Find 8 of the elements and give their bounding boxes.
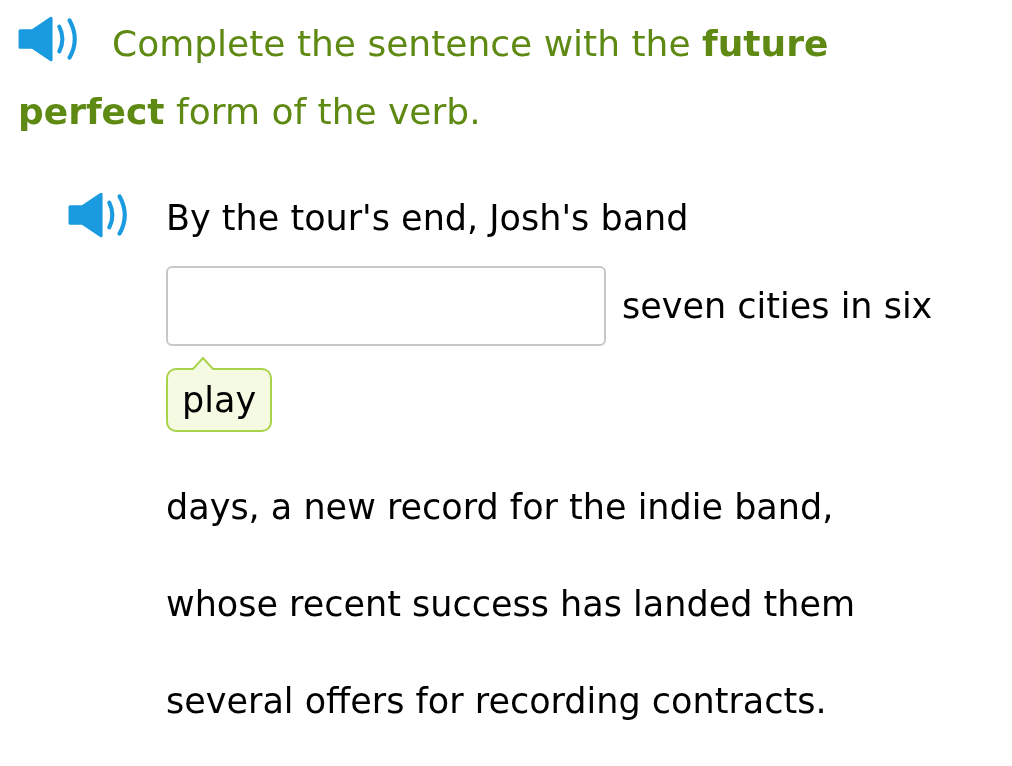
sentence-text: seven cities in six	[622, 285, 933, 328]
bubble-pointer-icon	[192, 357, 214, 370]
answer-field[interactable]	[166, 266, 606, 346]
sentence-text: whose recent success has landed them	[166, 583, 857, 626]
sentence-text: days, a new record for the indie band,	[166, 486, 835, 529]
sentence-text: By the tour's end, Josh's band	[166, 197, 690, 240]
sentence-text: several offers for recording contracts.	[166, 680, 828, 723]
instruction-text: Complete the sentence with the future perfect form of the verb.	[18, 10, 978, 146]
